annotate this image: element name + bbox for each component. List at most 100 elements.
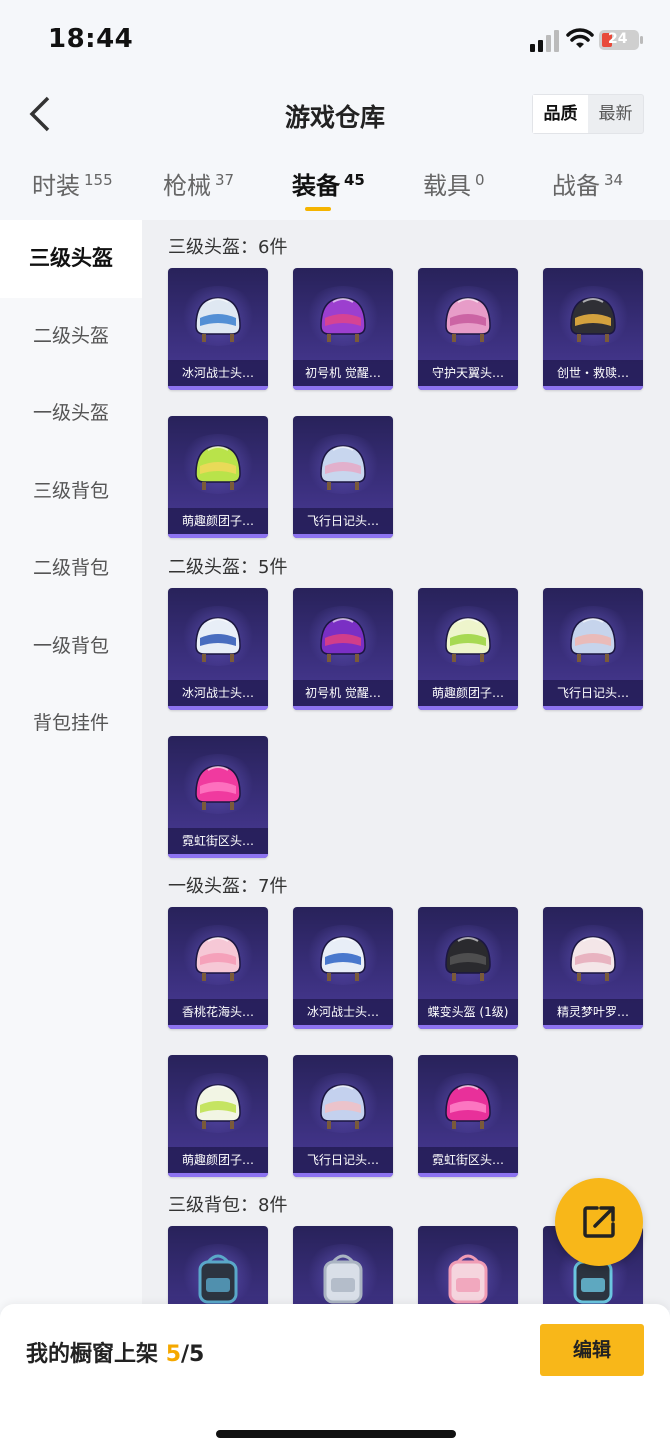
- helmet-icon: [195, 936, 241, 981]
- item-name: 精灵梦叶罗…: [543, 999, 643, 1025]
- item-name: 萌趣颜团子…: [168, 508, 268, 534]
- sidebar-item-backpack-1[interactable]: 一级背包: [0, 608, 142, 686]
- item-card[interactable]: 萌趣颜团子…: [168, 416, 268, 538]
- tab-vehicles[interactable]: 载具 0: [423, 166, 485, 201]
- item-name: 霓虹街区头…: [168, 828, 268, 854]
- item-name: 冰河战士头…: [168, 360, 268, 386]
- helmet-icon: [195, 297, 241, 342]
- rarity-strip: [168, 1173, 268, 1177]
- item-name: 守护天翼头…: [418, 360, 518, 386]
- showcase-current: 5: [165, 1342, 181, 1367]
- item-name: 冰河战士头…: [168, 680, 268, 706]
- item-card[interactable]: 冰河战士头…: [293, 907, 393, 1029]
- item-name: 冰河战士头…: [293, 999, 393, 1025]
- tab-weapons[interactable]: 枪械 37: [163, 166, 234, 201]
- section-title: 三级头盔：6件: [168, 237, 288, 258]
- share-button[interactable]: [555, 1178, 643, 1266]
- item-card[interactable]: 初号机 觉醒…: [293, 588, 393, 710]
- helmet-icon: [320, 445, 366, 490]
- item-card[interactable]: 创世・救赎…: [543, 268, 643, 390]
- tab-equipment[interactable]: 装备 45: [292, 166, 365, 201]
- item-name: 萌趣颜团子…: [418, 680, 518, 706]
- rarity-strip: [543, 386, 643, 390]
- helmet-icon: [195, 617, 241, 662]
- rarity-strip: [418, 1025, 518, 1029]
- item-card[interactable]: [418, 1226, 518, 1310]
- item-name: 初号机 觉醒…: [293, 360, 393, 386]
- item-card[interactable]: 精灵梦叶罗…: [543, 907, 643, 1029]
- helmet-icon: [570, 297, 616, 342]
- section-title: 二级头盔：5件: [168, 557, 288, 578]
- status-bar: 18:44 24: [0, 0, 670, 80]
- showcase-status: 我的橱窗上架 5/5: [26, 1342, 205, 1367]
- sort-latest-button[interactable]: 最新: [588, 95, 643, 133]
- sidebar-item-backpack-charm[interactable]: 背包挂件: [0, 685, 142, 763]
- active-tab-indicator: [305, 207, 331, 211]
- edit-button[interactable]: 编辑: [540, 1324, 644, 1376]
- sidebar-item-helmet-1[interactable]: 一级头盔: [0, 375, 142, 453]
- section-title: 一级头盔：7件: [168, 876, 288, 897]
- item-card[interactable]: 初号机 觉醒…: [293, 268, 393, 390]
- item-card[interactable]: 霓虹街区头…: [168, 736, 268, 858]
- sort-quality-button[interactable]: 品质: [533, 95, 588, 133]
- item-card[interactable]: 飞行日记头…: [293, 416, 393, 538]
- sidebar-item-helmet-3[interactable]: 三级头盔: [0, 220, 142, 298]
- item-name: 飞行日记头…: [543, 680, 643, 706]
- backpack-icon: [448, 1254, 488, 1304]
- item-card[interactable]: [293, 1226, 393, 1310]
- helmet-icon: [320, 936, 366, 981]
- rarity-strip: [293, 534, 393, 538]
- section-title: 三级背包：8件: [168, 1195, 288, 1216]
- item-name: 香桃花海头…: [168, 999, 268, 1025]
- rarity-strip: [168, 706, 268, 710]
- home-indicator: [216, 1430, 456, 1438]
- rarity-strip: [418, 1173, 518, 1177]
- rarity-strip: [168, 386, 268, 390]
- item-name: 飞行日记头…: [293, 1147, 393, 1173]
- sidebar-item-backpack-2[interactable]: 二级背包: [0, 530, 142, 608]
- showcase-total: /5: [181, 1342, 205, 1367]
- item-card[interactable]: 飞行日记头…: [293, 1055, 393, 1177]
- item-card[interactable]: 萌趣颜团子…: [418, 588, 518, 710]
- item-name: 创世・救赎…: [543, 360, 643, 386]
- sidebar-item-backpack-3[interactable]: 三级背包: [0, 453, 142, 531]
- item-card[interactable]: 冰河战士头…: [168, 588, 268, 710]
- item-card[interactable]: 霓虹街区头…: [418, 1055, 518, 1177]
- item-card[interactable]: 蝶变头盔 (1级): [418, 907, 518, 1029]
- category-tabs: 时装 155 枪械 37 装备 45 载具 0 战备 34: [0, 160, 670, 220]
- rarity-strip: [168, 534, 268, 538]
- item-card[interactable]: 萌趣颜团子…: [168, 1055, 268, 1177]
- helmet-icon: [445, 297, 491, 342]
- helmet-icon: [320, 1084, 366, 1129]
- rarity-strip: [293, 1173, 393, 1177]
- helmet-icon: [445, 1084, 491, 1129]
- item-card[interactable]: [168, 1226, 268, 1310]
- tab-fashion[interactable]: 时装 155: [32, 166, 113, 201]
- item-card[interactable]: 冰河战士头…: [168, 268, 268, 390]
- item-card[interactable]: 香桃花海头…: [168, 907, 268, 1029]
- tab-supplies[interactable]: 战备 34: [552, 166, 623, 201]
- rarity-strip: [418, 386, 518, 390]
- sort-toggle: 品质 最新: [532, 94, 644, 134]
- share-icon: [583, 1206, 615, 1238]
- item-name: 初号机 觉醒…: [293, 680, 393, 706]
- item-name: 蝶变头盔 (1级): [418, 999, 518, 1025]
- rarity-strip: [543, 706, 643, 710]
- sidebar: 三级头盔 二级头盔 一级头盔 三级背包 二级背包 一级背包 背包挂件: [0, 220, 142, 1310]
- helmet-icon: [445, 936, 491, 981]
- item-card[interactable]: 飞行日记头…: [543, 588, 643, 710]
- showcase-bar: 我的橱窗上架 5/5 编辑: [0, 1304, 670, 1450]
- rarity-strip: [168, 1025, 268, 1029]
- nav-header: 游戏仓库 品质 最新: [0, 80, 670, 150]
- rarity-strip: [168, 854, 268, 858]
- cellular-signal-icon: [530, 30, 559, 52]
- helmet-icon: [195, 1084, 241, 1129]
- sidebar-item-helmet-2[interactable]: 二级头盔: [0, 298, 142, 376]
- battery-level: 24: [608, 31, 628, 47]
- item-card[interactable]: 守护天翼头…: [418, 268, 518, 390]
- helmet-icon: [320, 617, 366, 662]
- helmet-icon: [195, 445, 241, 490]
- helmet-icon: [320, 297, 366, 342]
- item-grid: 三级头盔：6件 二级头盔：5件 一级头盔：7件 三级背包：8件 冰河战士头… 初…: [142, 220, 670, 1310]
- item-name: 萌趣颜团子…: [168, 1147, 268, 1173]
